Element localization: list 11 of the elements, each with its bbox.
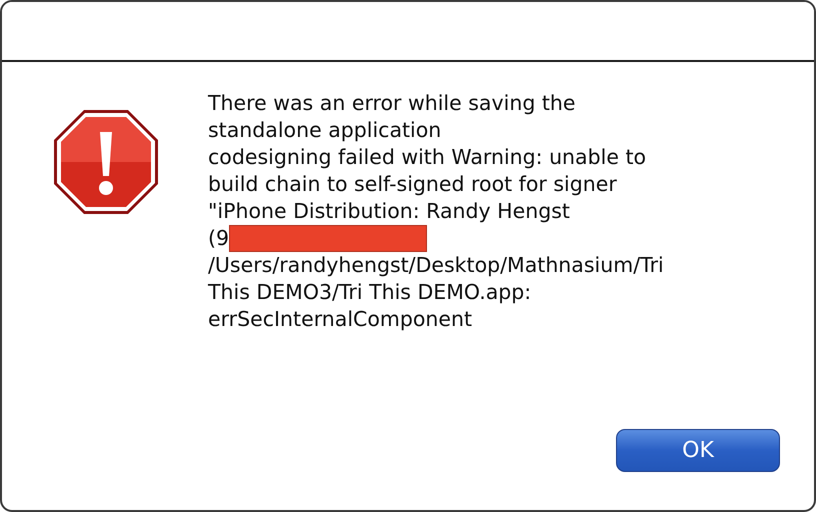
ok-button[interactable]: OK: [616, 429, 780, 472]
message-line: This DEMO3/Tri This DEMO.app:: [208, 279, 532, 306]
message-line: build chain to self-signed root for signer: [208, 171, 617, 198]
message-line: (9: [208, 225, 230, 252]
message-line: codesigning failed with Warning: unable to: [208, 144, 646, 171]
message-line: standalone application: [208, 117, 442, 144]
message-line: There was an error while saving the: [208, 90, 576, 117]
message-line: /Users/randyhengst/Desktop/Mathnasium/Tri: [208, 252, 664, 279]
message-line: "iPhone Distribution: Randy Hengst: [208, 198, 570, 225]
message-line: errSecInternalComponent: [208, 306, 472, 333]
error-icon: [52, 108, 160, 216]
